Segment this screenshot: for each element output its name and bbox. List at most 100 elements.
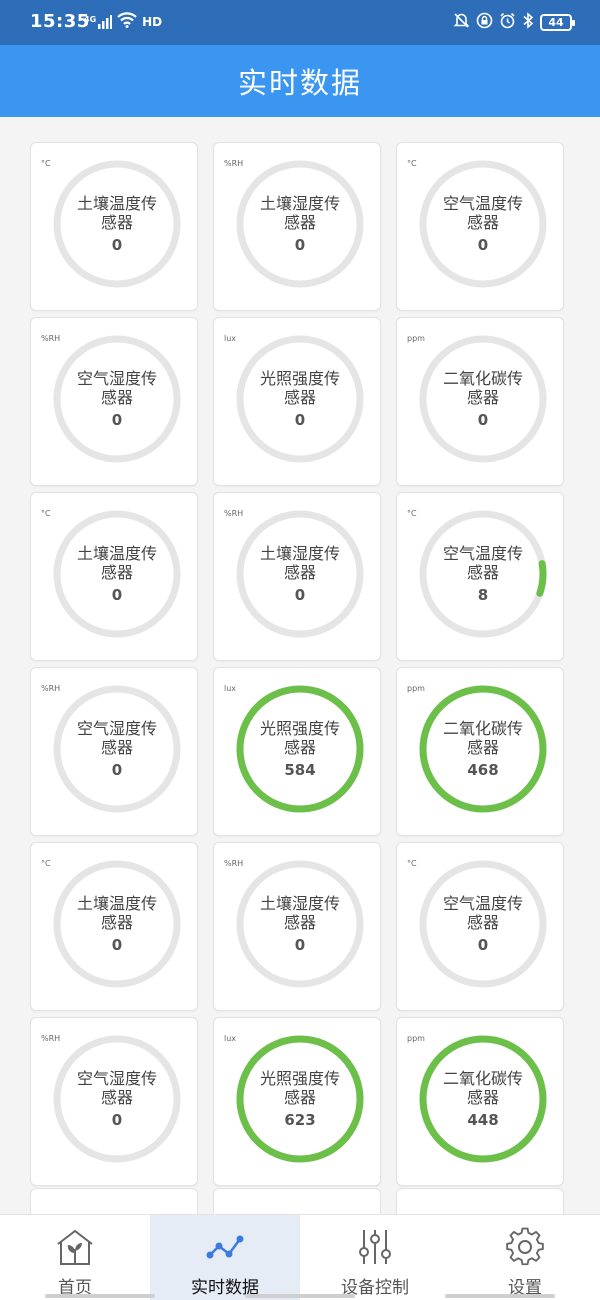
sensor-value: 623: [284, 1111, 316, 1129]
app-header: 实时数据: [0, 45, 600, 117]
status-time: 15:35: [30, 11, 90, 32]
gauge-text: 光照强度传感器 623: [232, 1031, 368, 1167]
hd-badge: HD: [142, 15, 163, 29]
gauge-text: 土壤温度传感器 0: [49, 506, 185, 642]
sensor-grid: °C 土壤温度传感器 0 %RH 土壤湿度传感器 0 °C 空气温度传感器 0 %RH 空气湿度传感…: [30, 142, 570, 1186]
gauge-text: 空气温度传感器 0: [415, 156, 551, 292]
gauge-text: 光照强度传感器 0: [232, 331, 368, 467]
sensor-gauge: 空气温度传感器 8: [415, 506, 551, 642]
bluetooth-icon: [522, 12, 534, 33]
sensor-card[interactable]: %RH 空气湿度传感器 0: [30, 667, 198, 836]
sensor-gauge: 土壤湿度传感器 0: [232, 506, 368, 642]
sensor-gauge: 土壤温度传感器 0: [49, 506, 185, 642]
sensor-gauge: 光照强度传感器 623: [232, 1031, 368, 1167]
status-bar: 15:35 4G HD 44: [0, 0, 600, 45]
battery-icon: 44: [540, 14, 575, 31]
sensor-card[interactable]: ppm 二氧化碳传感器 448: [396, 1017, 564, 1186]
sensor-card[interactable]: °C 空气温度传感器 8: [396, 492, 564, 661]
sensor-card[interactable]: °C 空气温度传感器 0: [396, 842, 564, 1011]
sensor-value: 0: [111, 411, 123, 429]
sensor-value: 0: [111, 1111, 123, 1129]
sensor-gauge: 光照强度传感器 0: [232, 331, 368, 467]
sensor-label: 土壤温度传感器: [76, 894, 157, 932]
sensor-card[interactable]: °C 土壤温度传感器 0: [30, 142, 198, 311]
sensor-card[interactable]: %RH 土壤湿度传感器 0: [213, 142, 381, 311]
sensor-value: 448: [467, 1111, 499, 1129]
sensor-label: 空气温度传感器: [442, 544, 523, 582]
sensor-value: 584: [284, 761, 316, 779]
sensor-label: 空气湿度传感器: [76, 1069, 157, 1107]
sensor-card[interactable]: %RH 土壤湿度传感器 0: [213, 492, 381, 661]
sensor-value: 0: [294, 586, 306, 604]
sensor-label: 空气湿度传感器: [76, 719, 157, 757]
sensor-gauge: 空气温度传感器 0: [415, 856, 551, 992]
sensor-value: 0: [294, 936, 306, 954]
gauge-text: 二氧化碳传感器 0: [415, 331, 551, 467]
nav-item-device-control[interactable]: 设备控制: [300, 1215, 450, 1300]
sensor-card[interactable]: lux 光照强度传感器 623: [213, 1017, 381, 1186]
home-indicator-bar: [445, 1294, 555, 1298]
sensor-card[interactable]: %RH 空气湿度传感器 0: [30, 1017, 198, 1186]
sensor-label: 二氧化碳传感器: [442, 1069, 523, 1107]
signal-icon: 4G: [84, 15, 113, 29]
sensor-card[interactable]: °C 空气温度传感器 0: [396, 142, 564, 311]
nav-item-realtime[interactable]: 实时数据: [150, 1215, 300, 1300]
home-indicator: [0, 1294, 600, 1300]
nav-item-settings[interactable]: 设置: [450, 1215, 600, 1300]
line-chart-icon: [206, 1235, 244, 1259]
network-type: 4G: [84, 15, 97, 24]
status-right-icons: 44: [453, 12, 575, 33]
home-indicator-bar: [245, 1294, 355, 1298]
sensor-card[interactable]: %RH 土壤湿度传感器 0: [213, 842, 381, 1011]
sensor-gauge: 空气湿度传感器 0: [49, 1031, 185, 1167]
sensor-value: 0: [294, 236, 306, 254]
sensor-card[interactable]: ppm 二氧化碳传感器 0: [396, 317, 564, 486]
nav-item-home[interactable]: 首页: [0, 1215, 150, 1300]
gear-icon: [506, 1227, 544, 1266]
gauge-text: 二氧化碳传感器 468: [415, 681, 551, 817]
bottom-nav: 首页 实时数据 设备控制 设置: [0, 1214, 600, 1300]
gauge-text: 土壤湿度传感器 0: [232, 506, 368, 642]
sensor-label: 土壤温度传感器: [76, 194, 157, 232]
sensor-card[interactable]: %RH 空气湿度传感器 0: [30, 317, 198, 486]
sensor-card[interactable]: lux 光照强度传感器 584: [213, 667, 381, 836]
sensor-label: 光照强度传感器: [259, 719, 340, 757]
sensor-card[interactable]: ppm 二氧化碳传感器 468: [396, 667, 564, 836]
status-left-icons: 4G HD: [84, 12, 162, 32]
sensor-value: 0: [477, 236, 489, 254]
home-plant-icon: [57, 1229, 93, 1265]
sensor-value: 0: [477, 936, 489, 954]
sensor-gauge: 土壤温度传感器 0: [49, 156, 185, 292]
sensor-label: 土壤湿度传感器: [259, 894, 340, 932]
sensor-card[interactable]: °C 土壤温度传感器 0: [30, 492, 198, 661]
sensor-label: 土壤湿度传感器: [259, 544, 340, 582]
sensor-gauge: 空气湿度传感器 0: [49, 681, 185, 817]
mute-bell-icon: [453, 12, 470, 33]
sensor-gauge: 二氧化碳传感器 448: [415, 1031, 551, 1167]
sensor-value: 0: [294, 411, 306, 429]
gauge-text: 光照强度传感器 584: [232, 681, 368, 817]
sensor-gauge: 土壤湿度传感器 0: [232, 856, 368, 992]
sensor-label: 土壤温度传感器: [76, 544, 157, 582]
sensor-label: 光照强度传感器: [259, 1069, 340, 1107]
sensor-gauge: 空气湿度传感器 0: [49, 331, 185, 467]
gauge-text: 土壤温度传感器 0: [49, 856, 185, 992]
sensor-gauge: 光照强度传感器 584: [232, 681, 368, 817]
sensor-card[interactable]: lux 光照强度传感器 0: [213, 317, 381, 486]
gauge-text: 土壤温度传感器 0: [49, 156, 185, 292]
sensor-label: 土壤湿度传感器: [259, 194, 340, 232]
gauge-text: 空气湿度传感器 0: [49, 681, 185, 817]
sensor-label: 二氧化碳传感器: [442, 719, 523, 757]
sensor-card[interactable]: °C 土壤温度传感器 0: [30, 842, 198, 1011]
home-indicator-bar: [45, 1294, 155, 1298]
sliders-icon: [359, 1230, 391, 1264]
sensor-value: 0: [111, 761, 123, 779]
sensor-gauge: 土壤湿度传感器 0: [232, 156, 368, 292]
sensor-label: 二氧化碳传感器: [442, 369, 523, 407]
sensor-label: 空气温度传感器: [442, 894, 523, 932]
gauge-text: 空气温度传感器 0: [415, 856, 551, 992]
gauge-text: 空气湿度传感器 0: [49, 1031, 185, 1167]
sensor-gauge: 空气温度传感器 0: [415, 156, 551, 292]
sensor-value: 468: [467, 761, 499, 779]
sensor-gauge: 二氧化碳传感器 468: [415, 681, 551, 817]
